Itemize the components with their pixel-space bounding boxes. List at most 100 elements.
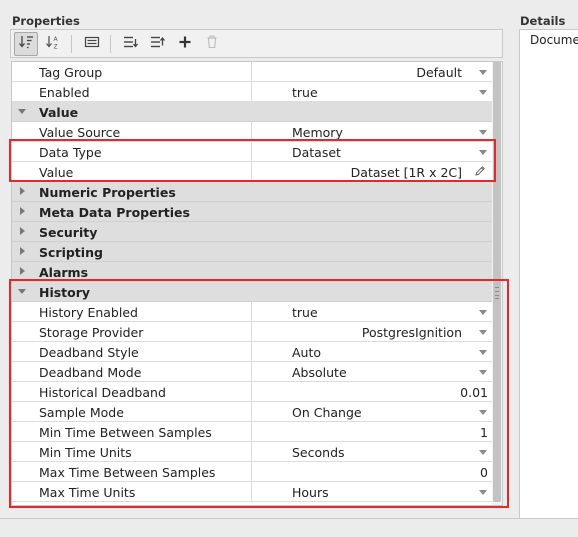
property-name: History Enabled [39,305,138,320]
category-meta-data-properties[interactable]: Meta Data Properties [12,202,492,222]
property-value: On Change [292,405,362,420]
property-row-min-time-units[interactable]: Min Time Units Seconds [12,442,492,462]
category-scripting[interactable]: Scripting [12,242,492,262]
property-value: 1 [480,425,488,440]
property-row-value[interactable]: Value Dataset [1R x 2C] [12,162,492,182]
property-row-deadband-mode[interactable]: Deadband Mode Absolute [12,362,492,382]
details-title: Details [520,14,566,28]
property-row-max-time-between-samples[interactable]: Max Time Between Samples 0 [12,462,492,482]
property-value-dropdown[interactable]: Seconds [251,442,492,461]
property-value: 0 [480,465,488,480]
category-label: History [39,285,91,300]
expand-triangle-icon[interactable] [20,187,25,195]
property-name: Max Time Units [39,485,136,500]
property-name: Value [39,165,74,180]
collapse-triangle-icon[interactable] [18,109,26,114]
property-row-min-time-between-samples[interactable]: Min Time Between Samples 1 [12,422,492,442]
property-value-dropdown[interactable]: Memory [251,122,492,141]
expand-all-button[interactable] [119,32,143,56]
show-descriptions-button[interactable] [80,32,104,56]
scrollbar-thumb[interactable] [493,62,501,502]
sort-alphabetical-button[interactable]: A Z [41,32,65,56]
category-label: Meta Data Properties [39,205,190,220]
property-value-dropdown[interactable]: Hours [251,482,492,501]
dropdown-arrow-icon[interactable] [479,150,487,155]
pencil-icon[interactable] [474,165,486,180]
sort-categorized-icon [18,34,34,54]
property-row-deadband-style[interactable]: Deadband Style Auto [12,342,492,362]
delete-button[interactable] [200,32,224,56]
property-value: Hours [292,485,329,500]
category-label: Security [39,225,98,240]
collapse-all-button[interactable] [146,32,170,56]
collapse-triangle-icon[interactable] [18,289,26,294]
expand-triangle-icon[interactable] [20,227,25,235]
dropdown-arrow-icon[interactable] [479,310,487,315]
details-text: Docume [530,33,578,47]
property-name: Tag Group [39,65,103,80]
properties-toolbar: A Z [10,29,503,58]
property-value-dropdown[interactable]: true [251,302,492,321]
dropdown-arrow-icon[interactable] [479,70,487,75]
vertical-scrollbar[interactable] [492,62,502,505]
property-value-dropdown[interactable]: Auto [251,342,492,361]
dropdown-arrow-icon[interactable] [479,490,487,495]
expand-triangle-icon[interactable] [20,207,25,215]
property-name: Historical Deadband [39,385,166,400]
property-row-sample-mode[interactable]: Sample Mode On Change [12,402,492,422]
property-row-historical-deadband[interactable]: Historical Deadband 0.01 [12,382,492,402]
sort-alphabetical-icon: A Z [45,34,61,54]
property-value-field[interactable]: 1 [251,422,492,441]
property-row-value-source[interactable]: Value Source Memory [12,122,492,142]
property-value-field[interactable]: 0 [251,462,492,481]
add-button[interactable] [173,32,197,56]
expand-triangle-icon[interactable] [20,247,25,255]
property-value: Memory [292,125,343,140]
property-value-field[interactable]: 0.01 [251,382,492,401]
property-name: Value Source [39,125,121,140]
add-icon [177,34,193,54]
toolbar-separator [110,34,111,53]
property-row-data-type[interactable]: Data Type Dataset [12,142,492,162]
dropdown-arrow-icon[interactable] [479,370,487,375]
property-row-max-time-units[interactable]: Max Time Units Hours [12,482,492,502]
property-value: Absolute [292,365,347,380]
dropdown-arrow-icon[interactable] [479,450,487,455]
sort-categorized-button[interactable] [14,31,38,56]
property-row-tag-group[interactable]: Tag Group Default [12,62,492,82]
dropdown-arrow-icon[interactable] [479,130,487,135]
property-value-dropdown[interactable]: On Change [251,402,492,421]
property-row-storage-provider[interactable]: Storage Provider PostgresIgnition [12,322,492,342]
property-value-field[interactable]: Dataset [1R x 2C] [251,162,492,181]
category-label: Scripting [39,245,103,260]
property-name: Data Type [39,145,102,160]
property-value: true [292,305,318,320]
dropdown-arrow-icon[interactable] [479,350,487,355]
category-history[interactable]: History [12,282,492,302]
category-value[interactable]: Value [12,102,492,122]
property-value-dropdown[interactable]: PostgresIgnition [251,322,492,341]
property-value: Seconds [292,445,345,460]
property-name: Sample Mode [39,405,124,420]
expand-all-icon [123,34,139,54]
property-value-dropdown[interactable]: true [251,82,492,101]
dropdown-arrow-icon[interactable] [479,330,487,335]
property-name: Min Time Between Samples [39,425,212,440]
category-label: Alarms [39,265,89,280]
property-row-enabled[interactable]: Enabled true [12,82,492,102]
details-pane: Docume [519,29,578,519]
property-value: Default [416,65,462,80]
dropdown-arrow-icon[interactable] [479,410,487,415]
property-value-dropdown[interactable]: Absolute [251,362,492,381]
property-value-dropdown[interactable]: Default [251,62,492,81]
property-value-dropdown[interactable]: Dataset [251,142,492,161]
property-name: Deadband Mode [39,365,142,380]
property-row-history-enabled[interactable]: History Enabled true [12,302,492,322]
expand-triangle-icon[interactable] [20,267,25,275]
category-security[interactable]: Security [12,222,492,242]
property-value: true [292,85,318,100]
category-alarms[interactable]: Alarms [12,262,492,282]
category-numeric-properties[interactable]: Numeric Properties [12,182,492,202]
scrollbar-grip-icon [495,287,499,299]
dropdown-arrow-icon[interactable] [479,90,487,95]
